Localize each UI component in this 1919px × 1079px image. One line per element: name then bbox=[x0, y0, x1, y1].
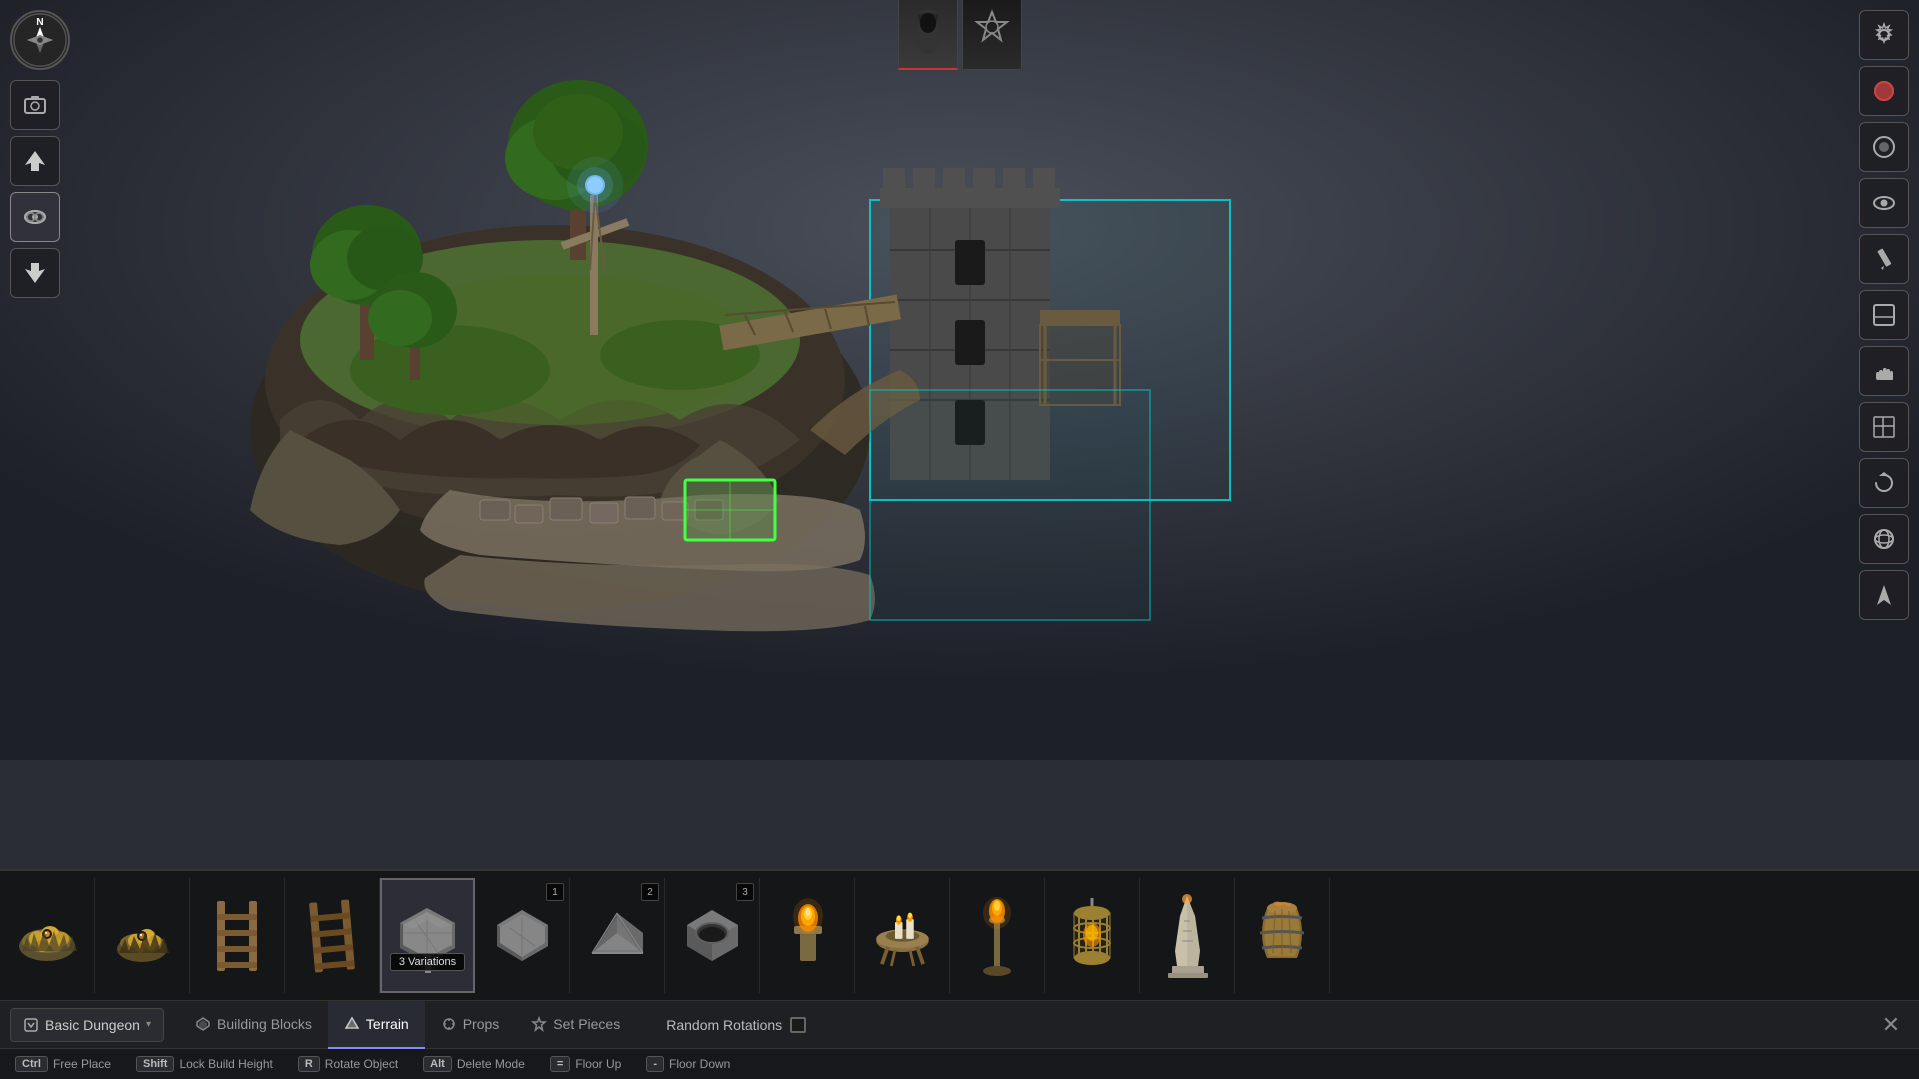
r-key: R bbox=[298, 1056, 320, 1072]
dropdown-arrow: ▾ bbox=[146, 1019, 151, 1030]
svg-text:N: N bbox=[36, 17, 43, 28]
terrain-label: Terrain bbox=[366, 1016, 409, 1032]
compass: N bbox=[10, 10, 80, 80]
faction-icon-button[interactable] bbox=[962, 0, 1022, 70]
grab-button[interactable] bbox=[1859, 346, 1909, 396]
grid-overlay bbox=[0, 502, 1919, 760]
top-header bbox=[898, 0, 1022, 70]
ladder-2-icon bbox=[295, 896, 370, 976]
hyphen-key: - bbox=[646, 1056, 664, 1072]
bottom-panel: 3 Variations 1 2 bbox=[0, 869, 1919, 1079]
hotkey-rotate: R Rotate Object bbox=[298, 1056, 398, 1072]
obelisk-icon bbox=[1150, 896, 1225, 976]
asset-item-ladder-2[interactable] bbox=[285, 878, 380, 993]
lock-build-label: Lock Build Height bbox=[179, 1057, 272, 1071]
delete-label: Delete Mode bbox=[457, 1057, 525, 1071]
rotate-button[interactable] bbox=[1859, 458, 1909, 508]
equals-key: = bbox=[550, 1056, 570, 1072]
floor-down-label: Floor Down bbox=[669, 1057, 730, 1071]
asset-item-stone-tile-2[interactable]: 1 bbox=[475, 878, 570, 993]
asset-item-stone-tile-selected[interactable]: 3 Variations bbox=[380, 878, 475, 993]
alt-key: Alt bbox=[423, 1056, 452, 1072]
set-pieces-label: Set Pieces bbox=[553, 1016, 620, 1032]
hotkey-floor-up: = Floor Up bbox=[550, 1056, 621, 1072]
eraser-button[interactable] bbox=[1859, 290, 1909, 340]
props-label: Props bbox=[463, 1016, 500, 1032]
character-icon-button[interactable] bbox=[898, 0, 958, 70]
stone-pit-icon bbox=[675, 896, 750, 976]
view-mode-button[interactable] bbox=[10, 192, 60, 242]
left-toolbar bbox=[10, 80, 60, 298]
shift-key: Shift bbox=[136, 1056, 174, 1072]
asset-item-ladder-1[interactable] bbox=[190, 878, 285, 993]
layer-button[interactable] bbox=[1859, 122, 1909, 172]
settings-button[interactable] bbox=[1859, 10, 1909, 60]
stone-tile-2-icon bbox=[485, 896, 560, 976]
hotkey-floor-down: - Floor Down bbox=[646, 1056, 730, 1072]
wall-torch-icon bbox=[770, 896, 845, 976]
building-blocks-icon bbox=[195, 1016, 211, 1032]
lantern-icon bbox=[1055, 896, 1130, 976]
asset-item-wall-torch[interactable] bbox=[760, 878, 855, 993]
random-rotations-label: Random Rotations bbox=[666, 1017, 782, 1033]
hotkey-bar: Ctrl Free Place Shift Lock Build Height … bbox=[0, 1049, 1919, 1079]
tab-set-pieces[interactable]: Set Pieces bbox=[515, 1001, 636, 1049]
close-icon: ✕ bbox=[1882, 1012, 1900, 1038]
navigate-button[interactable] bbox=[1859, 570, 1909, 620]
random-rotations-control: Random Rotations bbox=[666, 1017, 806, 1033]
tab-terrain[interactable]: Terrain bbox=[328, 1001, 425, 1049]
pen-tool-button[interactable] bbox=[1859, 234, 1909, 284]
asset-bar: 3 Variations 1 2 bbox=[0, 871, 1919, 1001]
asset-item-lantern[interactable] bbox=[1045, 878, 1140, 993]
hotkey-free-place: Ctrl Free Place bbox=[15, 1056, 111, 1072]
asset-item-stone-pit[interactable]: 3 bbox=[665, 878, 760, 993]
right-toolbar bbox=[1859, 10, 1909, 620]
building-blocks-label: Building Blocks bbox=[217, 1016, 312, 1032]
asset-variations-badge: 3 Variations bbox=[390, 953, 465, 971]
asset-item-barrel[interactable] bbox=[1235, 878, 1330, 993]
tab-bar: Basic Dungeon ▾ Building Blocks Terrain bbox=[0, 1001, 1919, 1049]
asset-number-3: 3 bbox=[736, 883, 754, 901]
tab-props[interactable]: Props bbox=[425, 1001, 516, 1049]
stone-pyramid-icon bbox=[580, 896, 655, 976]
move-down-button[interactable] bbox=[10, 248, 60, 298]
barrel-icon bbox=[1245, 896, 1320, 976]
random-rotations-checkbox[interactable] bbox=[790, 1017, 806, 1033]
ctrl-key: Ctrl bbox=[15, 1056, 48, 1072]
asset-item-candle-table[interactable] bbox=[855, 878, 950, 993]
asset-item-torch-stand[interactable] bbox=[950, 878, 1045, 993]
grid-button[interactable] bbox=[1859, 402, 1909, 452]
paint-button[interactable] bbox=[1859, 66, 1909, 116]
move-up-button[interactable] bbox=[10, 136, 60, 186]
set-pieces-icon bbox=[531, 1016, 547, 1032]
asset-number-1: 1 bbox=[546, 883, 564, 901]
gold-pile-2-icon bbox=[105, 896, 180, 976]
scene-dropdown[interactable]: Basic Dungeon ▾ bbox=[10, 1008, 164, 1042]
ladder-1-icon bbox=[200, 896, 275, 976]
viewport[interactable] bbox=[0, 0, 1919, 760]
asset-item-gold-pile-2[interactable] bbox=[95, 878, 190, 993]
floor-up-label: Floor Up bbox=[575, 1057, 621, 1071]
rotate-label: Rotate Object bbox=[325, 1057, 398, 1071]
free-place-label: Free Place bbox=[53, 1057, 111, 1071]
tab-building-blocks[interactable]: Building Blocks bbox=[179, 1001, 328, 1049]
hotkey-delete: Alt Delete Mode bbox=[423, 1056, 525, 1072]
props-icon bbox=[441, 1016, 457, 1032]
asset-item-obelisk[interactable] bbox=[1140, 878, 1235, 993]
hotkey-lock-build: Shift Lock Build Height bbox=[136, 1056, 273, 1072]
camera-tool-button[interactable] bbox=[10, 80, 60, 130]
asset-item-stone-pyramid[interactable]: 2 bbox=[570, 878, 665, 993]
scene-icon bbox=[23, 1017, 39, 1033]
asset-number-2: 2 bbox=[641, 883, 659, 901]
close-panel-button[interactable]: ✕ bbox=[1873, 1007, 1909, 1043]
terrain-icon bbox=[344, 1016, 360, 1032]
visibility-button[interactable] bbox=[1859, 178, 1909, 228]
candle-table-icon bbox=[865, 896, 940, 976]
asset-item-gold-pile-1[interactable] bbox=[0, 878, 95, 993]
gold-pile-1-icon bbox=[10, 896, 85, 976]
torch-stand-icon bbox=[960, 896, 1035, 976]
sphere-button[interactable] bbox=[1859, 514, 1909, 564]
scene-name: Basic Dungeon bbox=[45, 1017, 140, 1033]
